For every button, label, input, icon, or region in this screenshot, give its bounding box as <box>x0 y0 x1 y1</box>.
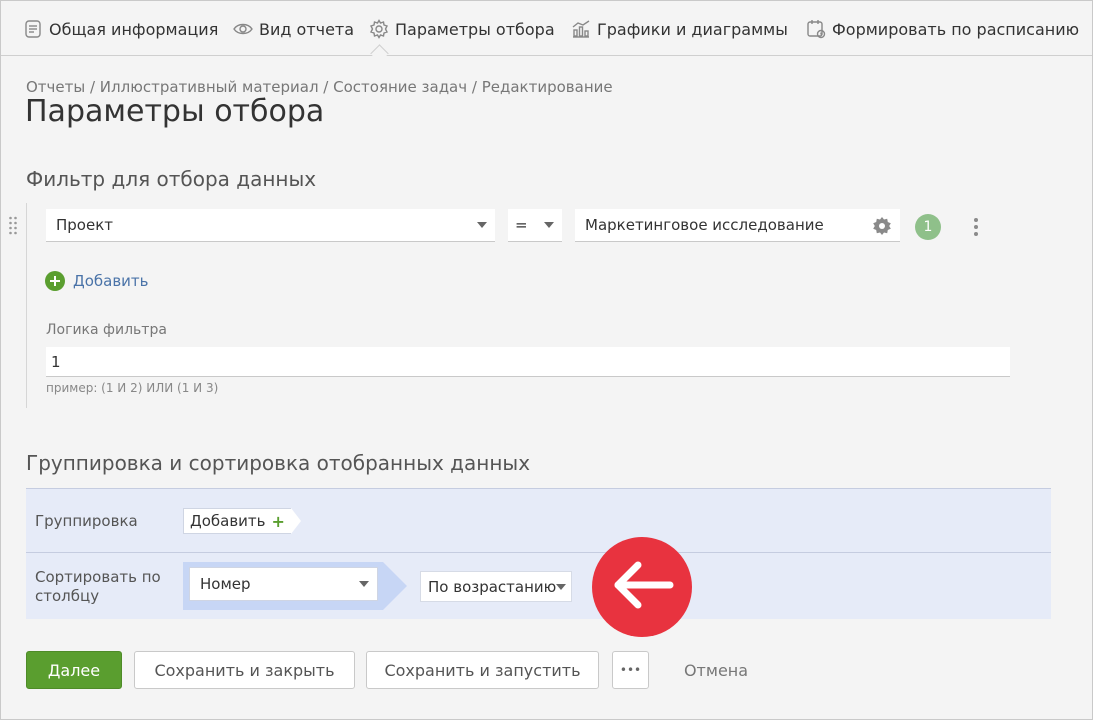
tab-filter-params[interactable]: Параметры отбора <box>369 17 555 41</box>
filter-logic-hint: пример: (1 И 2) ИЛИ (1 И 3) <box>46 381 219 395</box>
gear-icon <box>370 19 388 39</box>
filter-field-select[interactable]: Проект <box>46 209 495 242</box>
calendar-icon <box>807 20 826 39</box>
eye-icon <box>233 23 253 35</box>
sort-order-value: По возрастанию <box>428 577 557 596</box>
filter-value-input[interactable]: Маркетинговое исследование <box>575 209 900 242</box>
save-close-button[interactable]: Сохранить и закрыть <box>134 651 355 689</box>
kebab-menu-icon[interactable] <box>968 215 984 239</box>
page-title: Параметры отбора <box>25 94 325 129</box>
chevron-down-icon <box>544 222 554 228</box>
plus-circle-icon <box>45 271 65 291</box>
tag-arrow <box>290 508 301 534</box>
tab-label: Графики и диаграммы <box>597 19 788 39</box>
tab-schedule[interactable]: Формировать по расписанию <box>806 17 1079 41</box>
chevron-down-icon <box>359 581 369 587</box>
filter-index-badge: 1 <box>915 214 941 240</box>
document-icon <box>25 20 41 38</box>
sort-label-line1: Сортировать по <box>35 568 161 586</box>
grouping-label: Группировка <box>35 512 138 530</box>
filter-value-text: Маркетинговое исследование <box>585 216 824 234</box>
tab-label: Вид отчета <box>259 19 355 39</box>
next-button[interactable]: Далее <box>26 651 122 689</box>
filter-section-title: Фильтр для отбора данных <box>26 167 317 191</box>
highlight-marker <box>592 537 692 637</box>
top-tabs: Общая информация Вид отчета Параметры от… <box>1 1 1092 56</box>
sort-column-select[interactable]: Номер <box>189 567 378 601</box>
grouping-divider <box>26 552 1051 553</box>
add-filter-button[interactable]: Добавить <box>45 271 149 291</box>
sort-label: Сортировать по столбцу <box>35 568 161 606</box>
gear-icon[interactable] <box>872 216 892 236</box>
add-grouping-button[interactable]: Добавить + <box>183 508 301 534</box>
grouping-section-title: Группировка и сортировка отобранных данн… <box>26 451 531 475</box>
filter-logic-label: Логика фильтра <box>46 322 167 338</box>
sort-column-value: Номер <box>200 575 251 593</box>
chevron-down-icon <box>477 222 487 228</box>
chevron-down-icon <box>556 583 566 590</box>
tab-general-info[interactable]: Общая информация <box>23 17 218 41</box>
filter-operator-select[interactable]: = <box>508 209 562 242</box>
tab-report-view[interactable]: Вид отчета <box>233 17 354 41</box>
sort-order-select[interactable]: По возрастанию <box>420 571 572 602</box>
chart-icon <box>572 20 590 38</box>
arrow-left-icon <box>614 561 674 609</box>
sort-label-line2: столбцу <box>35 587 100 605</box>
filter-operator-value: = <box>515 216 528 234</box>
more-actions-button[interactable]: ••• <box>612 651 649 689</box>
add-filter-label: Добавить <box>73 272 149 290</box>
filter-field-value: Проект <box>56 216 114 234</box>
plus-icon: + <box>271 511 285 531</box>
tab-label: Общая информация <box>49 19 219 39</box>
add-grouping-label: Добавить <box>190 512 266 530</box>
filter-logic-input[interactable] <box>46 347 1010 377</box>
app-window: Общая информация Вид отчета Параметры от… <box>0 0 1093 720</box>
tab-charts[interactable]: Графики и диаграммы <box>571 17 788 41</box>
save-run-button[interactable]: Сохранить и запустить <box>366 651 599 689</box>
tab-label: Параметры отбора <box>395 19 555 39</box>
add-grouping-body: Добавить + <box>183 508 291 534</box>
cancel-button[interactable]: Отмена <box>676 651 756 689</box>
drag-handle-icon[interactable] <box>8 215 18 235</box>
tab-label: Формировать по расписанию <box>832 19 1080 39</box>
